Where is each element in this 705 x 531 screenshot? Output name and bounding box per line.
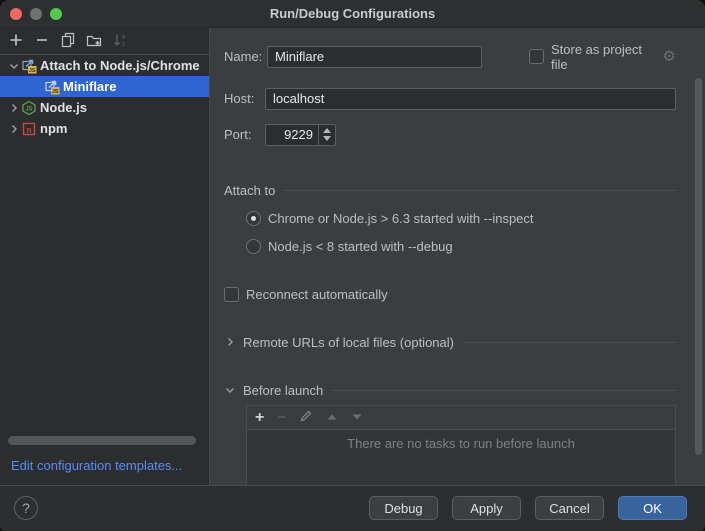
add-task-icon[interactable]: + (255, 411, 264, 425)
tree-item-label: Node.js (40, 100, 87, 115)
before-launch-toolbar: + − (247, 406, 675, 430)
sidebar-horizontal-scrollbar[interactable] (8, 436, 196, 445)
spinner-down-icon[interactable] (323, 136, 331, 141)
remove-icon (34, 32, 50, 51)
gear-icon[interactable]: ⚙ (663, 49, 676, 64)
run-debug-configurations-dialog: Run/Debug Configurations az JS (0, 0, 705, 531)
svg-text:JS: JS (52, 89, 59, 95)
edit-configuration-templates-link[interactable]: Edit configuration templates... (11, 458, 182, 473)
dialog-title: Run/Debug Configurations (0, 0, 705, 28)
tree-item-nodejs[interactable]: JS Node.js (0, 97, 209, 118)
before-launch-section-label: Before launch (243, 383, 323, 398)
remote-urls-section-header[interactable]: Remote URLs of local files (optional) (224, 332, 676, 352)
port-stepper (265, 124, 336, 146)
npm-icon: n (21, 121, 37, 137)
zoom-window-button[interactable] (50, 8, 62, 20)
section-divider (463, 342, 676, 343)
help-button[interactable]: ? (14, 496, 38, 520)
port-spinner-buttons[interactable] (318, 125, 335, 145)
radio-option-label: Chrome or Node.js > 6.3 started with --i… (268, 211, 534, 226)
before-launch-task-list: + − There are no tasks to run before lau… (246, 405, 676, 485)
radio-option-inspect[interactable]: Chrome or Node.js > 6.3 started with --i… (246, 208, 534, 228)
section-divider (332, 390, 676, 391)
tree-item-npm[interactable]: n npm (0, 118, 209, 139)
attach-nodejs-icon: JS (21, 58, 37, 74)
edit-task-icon (299, 409, 313, 426)
svg-text:z: z (122, 42, 125, 48)
configurations-sidebar: az JS Attach to Node.js/Chrome JS Minifl… (0, 28, 210, 485)
name-label: Name: (224, 49, 262, 64)
port-label: Port: (224, 127, 251, 142)
tree-item-label: npm (40, 121, 67, 136)
cancel-button[interactable]: Cancel (535, 496, 604, 520)
reconnect-automatically-checkbox[interactable] (224, 287, 239, 302)
apply-button[interactable]: Apply (452, 496, 521, 520)
radio-option-debug[interactable]: Node.js < 8 started with --debug (246, 236, 453, 256)
configuration-form: Name: Store as project file ⚙ Host: Port… (210, 28, 705, 485)
name-input[interactable] (267, 46, 482, 68)
ok-button[interactable]: OK (618, 496, 687, 520)
titlebar: Run/Debug Configurations (0, 0, 705, 28)
dialog-buttons: Debug Apply Cancel OK (369, 496, 687, 520)
nodejs-icon: JS (21, 100, 37, 116)
store-as-project-file-label: Store as project file (551, 42, 655, 72)
dialog-footer: ? Debug Apply Cancel OK (0, 485, 705, 531)
add-configuration-button[interactable] (7, 33, 24, 50)
host-label: Host: (224, 91, 254, 106)
tree-item-attach-to-nodejs-chrome[interactable]: JS Attach to Node.js/Chrome (0, 55, 209, 76)
remote-urls-section-label: Remote URLs of local files (optional) (243, 335, 454, 350)
new-folder-icon (86, 32, 102, 51)
sort-configurations-button: az (111, 33, 128, 50)
minimize-window-button (30, 8, 42, 20)
debug-button[interactable]: Debug (369, 496, 438, 520)
chevron-down-icon[interactable] (7, 60, 21, 72)
before-launch-empty-text: There are no tasks to run before launch (247, 436, 675, 451)
chevron-right-icon[interactable] (7, 123, 21, 135)
radio-option-label: Node.js < 8 started with --debug (268, 239, 453, 254)
new-folder-button[interactable] (85, 33, 102, 50)
chevron-right-icon[interactable] (224, 335, 236, 350)
radio-unselected-icon[interactable] (246, 239, 261, 254)
store-as-project-file-checkbox[interactable] (529, 49, 544, 64)
configurations-tree: JS Attach to Node.js/Chrome JS Miniflare… (0, 55, 209, 139)
move-down-icon (351, 410, 363, 425)
sidebar-toolbar: az (0, 28, 209, 55)
window-controls (10, 8, 62, 20)
svg-text:JS: JS (29, 68, 36, 74)
copy-configuration-button[interactable] (59, 33, 76, 50)
host-input[interactable] (265, 88, 676, 110)
sort-alphabetically-icon: az (112, 32, 128, 51)
add-icon (8, 32, 24, 51)
svg-text:a: a (121, 34, 125, 40)
port-input[interactable] (266, 125, 318, 145)
remove-task-icon: − (277, 411, 286, 425)
tree-item-miniflare[interactable]: JS Miniflare (0, 76, 209, 97)
svg-text:n: n (27, 125, 32, 134)
tree-item-label: Attach to Node.js/Chrome (40, 58, 200, 73)
attach-to-section-label: Attach to (224, 183, 275, 198)
attach-nodejs-icon: JS (44, 79, 60, 95)
svg-text:JS: JS (25, 106, 32, 112)
move-up-icon (326, 410, 338, 425)
remove-configuration-button[interactable] (33, 33, 50, 50)
before-launch-section-header[interactable]: Before launch (224, 380, 676, 400)
tree-item-label: Miniflare (63, 79, 116, 94)
chevron-right-icon[interactable] (7, 102, 21, 114)
radio-selected-icon[interactable] (246, 211, 261, 226)
section-divider (284, 190, 676, 191)
reconnect-automatically-row[interactable]: Reconnect automatically (224, 284, 388, 304)
close-window-button[interactable] (10, 8, 22, 20)
chevron-down-icon[interactable] (224, 383, 236, 398)
reconnect-automatically-label: Reconnect automatically (246, 287, 388, 302)
main-vertical-scrollbar[interactable] (695, 78, 702, 455)
spinner-up-icon[interactable] (323, 128, 331, 133)
copy-icon (60, 32, 76, 51)
